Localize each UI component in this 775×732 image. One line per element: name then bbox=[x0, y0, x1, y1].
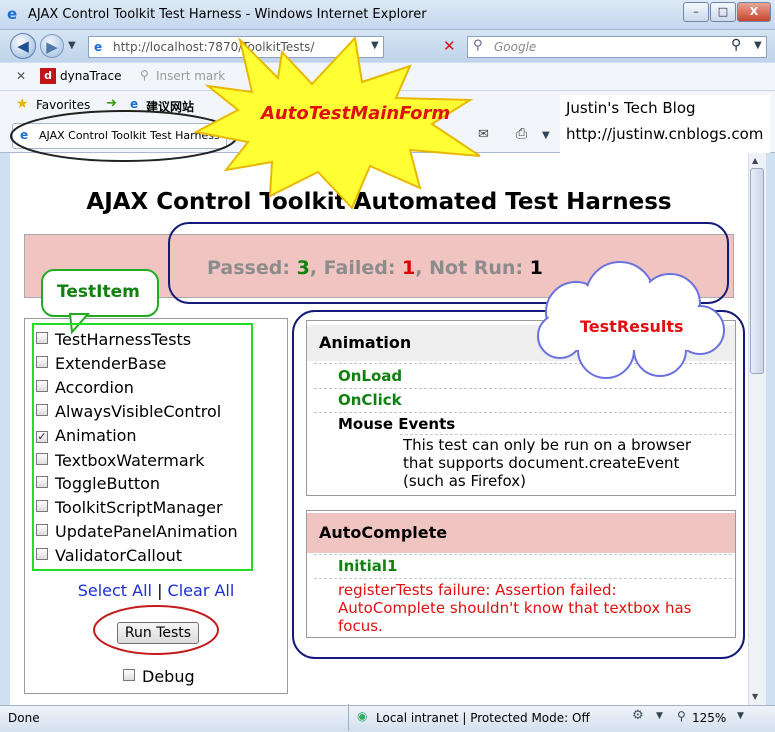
tab-highlight-ellipse bbox=[10, 110, 238, 162]
test-list-highlight bbox=[32, 323, 253, 571]
test-item-annotation: TestItem bbox=[57, 282, 140, 302]
test-results-annotation: TestResults bbox=[580, 317, 684, 336]
main-form-annotation: AutoTestMainForm bbox=[261, 103, 451, 124]
run-tests-highlight bbox=[93, 605, 219, 655]
